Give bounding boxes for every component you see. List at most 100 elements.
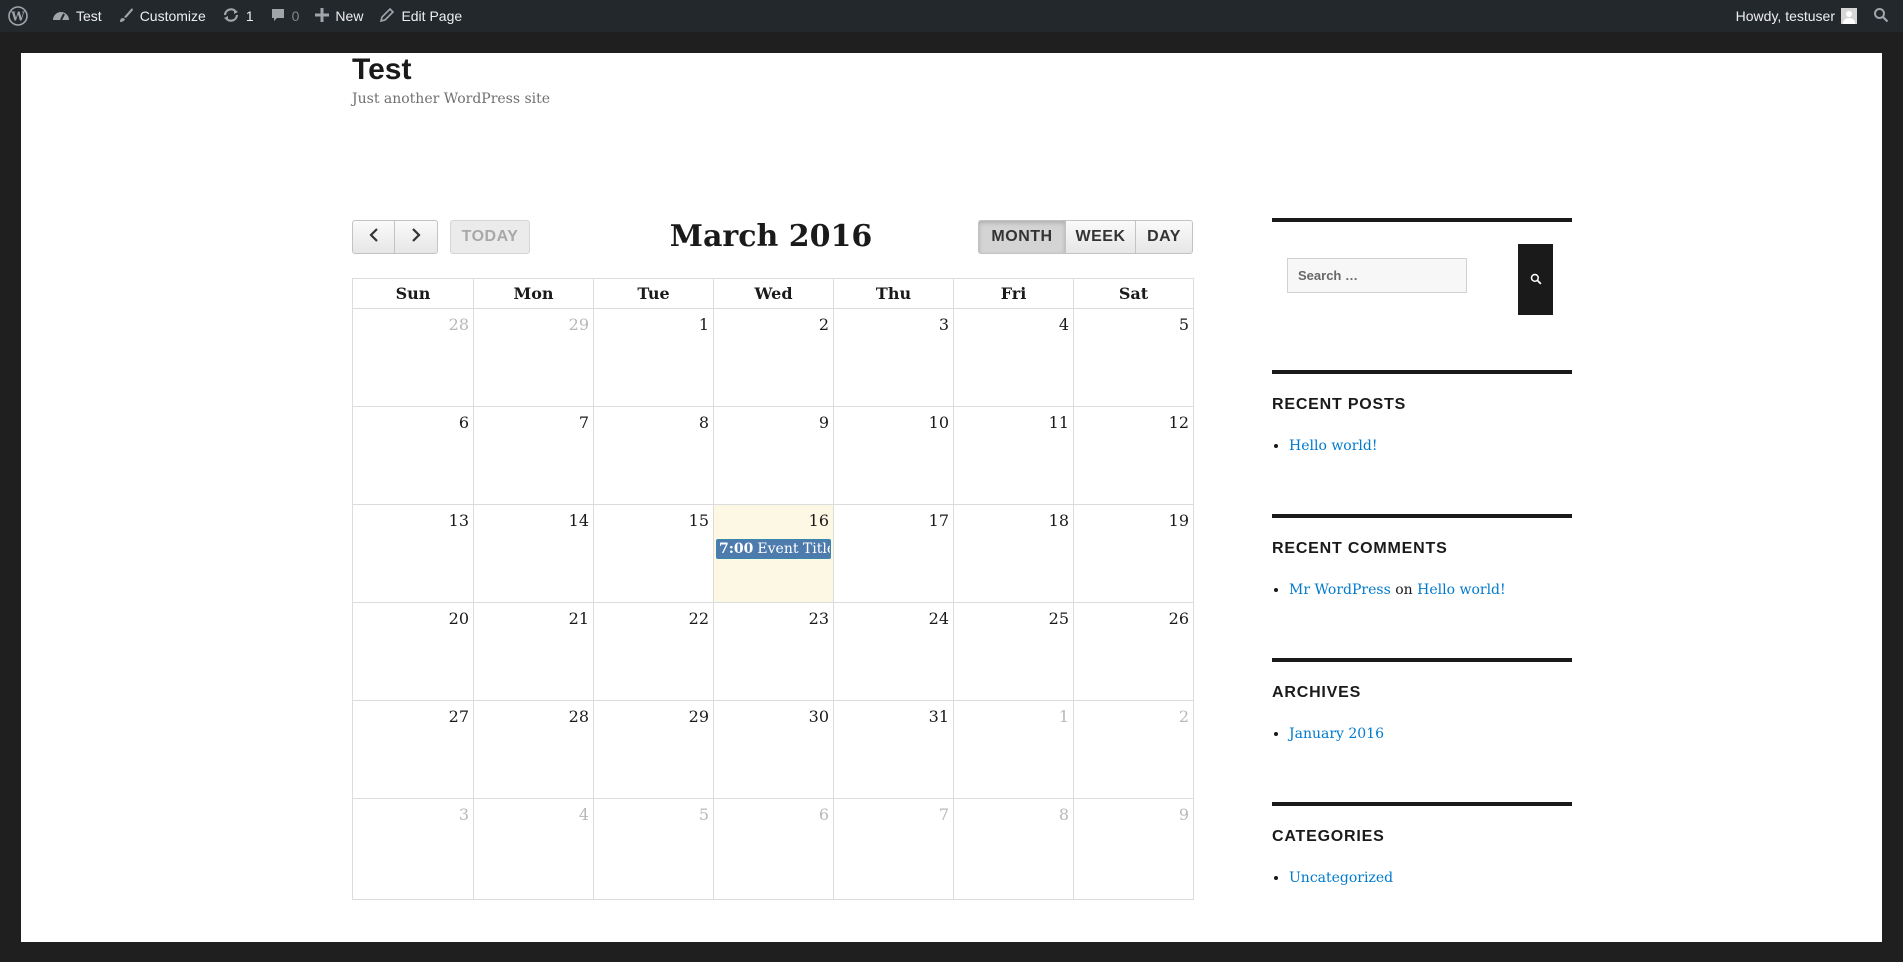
week-view-button[interactable]: WEEK — [1065, 220, 1136, 254]
day-cell[interactable]: 9 — [713, 407, 833, 504]
day-cell[interactable]: 6 — [353, 407, 473, 504]
event-title: Event Title — [757, 541, 831, 557]
day-cell[interactable]: 22 — [593, 603, 713, 700]
week-row: 3 4 5 6 7 8 9 — [353, 799, 1193, 899]
category-link[interactable]: Uncategorized — [1289, 870, 1393, 886]
weekday-header-cell: Fri — [953, 279, 1073, 308]
search-submit-button[interactable] — [1518, 244, 1553, 315]
recent-posts-list: Hello world! — [1277, 438, 1378, 454]
day-number: 28 — [448, 315, 469, 334]
prev-month-button[interactable] — [352, 220, 395, 254]
day-cell[interactable]: 5 — [1073, 309, 1193, 406]
day-cell[interactable]: 28 — [473, 701, 593, 798]
weekday-header: Sun Mon Tue Wed Thu Fri Sat — [353, 279, 1193, 309]
search-input[interactable] — [1287, 258, 1467, 293]
day-cell[interactable]: 26 — [1073, 603, 1193, 700]
event-time: 7:00 — [719, 541, 754, 557]
day-cell[interactable]: 31 — [833, 701, 953, 798]
archive-link[interactable]: January 2016 — [1289, 726, 1384, 742]
updates-link[interactable]: 1 — [214, 0, 262, 32]
customize-link[interactable]: Customize — [110, 0, 214, 32]
wordpress-logo-icon[interactable]: W — [0, 0, 44, 32]
comment-author-link[interactable]: Mr WordPress — [1289, 582, 1391, 598]
day-cell[interactable]: 7 — [833, 799, 953, 899]
day-cell[interactable]: 21 — [473, 603, 593, 700]
day-cell[interactable]: 5 — [593, 799, 713, 899]
today-button[interactable]: TODAY — [450, 220, 530, 254]
edit-page-link[interactable]: Edit Page — [371, 0, 470, 32]
day-number: 17 — [928, 511, 949, 530]
categories-title: CATEGORIES — [1272, 828, 1385, 845]
day-cell[interactable]: 23 — [713, 603, 833, 700]
admin-site-name[interactable]: Test — [44, 0, 110, 32]
day-cell[interactable]: 27 — [353, 701, 473, 798]
day-cell[interactable]: 12 — [1073, 407, 1193, 504]
day-cell[interactable]: 19 — [1073, 505, 1193, 602]
day-cell[interactable]: 10 — [833, 407, 953, 504]
day-cell[interactable]: 30 — [713, 701, 833, 798]
archives-rule — [1272, 658, 1572, 662]
next-month-button[interactable] — [394, 220, 438, 254]
site-title[interactable]: Test — [352, 53, 411, 87]
day-cell[interactable]: 7 — [473, 407, 593, 504]
admin-bar: W Test Customize 1 0 New Edit Page Howdy — [0, 0, 1903, 32]
day-number: 3 — [458, 805, 469, 824]
weekday-header-cell: Thu — [833, 279, 953, 308]
day-number: 2 — [1178, 707, 1189, 726]
day-number: 20 — [448, 609, 469, 628]
day-cell[interactable]: 2 — [1073, 701, 1193, 798]
search-widget-rule — [1272, 218, 1572, 222]
day-cell[interactable]: 14 — [473, 505, 593, 602]
day-cell[interactable]: 29 — [473, 309, 593, 406]
day-cell[interactable]: 13 — [353, 505, 473, 602]
day-number: 3 — [938, 315, 949, 334]
day-cell-today[interactable]: 16 7:00 Event Title — [713, 505, 833, 602]
day-cell[interactable]: 8 — [593, 407, 713, 504]
day-view-button[interactable]: DAY — [1135, 220, 1193, 254]
site-description: Just another WordPress site — [352, 91, 551, 107]
day-cell[interactable]: 17 — [833, 505, 953, 602]
calendar-event[interactable]: 7:00 Event Title — [716, 539, 831, 559]
day-cell[interactable]: 1 — [953, 701, 1073, 798]
day-cell[interactable]: 18 — [953, 505, 1073, 602]
day-number: 7 — [578, 413, 589, 432]
week-row: 6 7 8 9 10 11 12 — [353, 407, 1193, 505]
admin-search-button[interactable] — [1865, 0, 1903, 32]
month-view-button[interactable]: MONTH — [978, 220, 1066, 254]
comment-post-link[interactable]: Hello world! — [1417, 582, 1506, 598]
day-cell[interactable]: 28 — [353, 309, 473, 406]
day-cell[interactable]: 24 — [833, 603, 953, 700]
pencil-icon — [379, 7, 401, 26]
day-cell[interactable]: 3 — [353, 799, 473, 899]
day-number: 4 — [1058, 315, 1069, 334]
week-row: 13 14 15 16 7:00 Event Title 17 18 19 — [353, 505, 1193, 603]
day-cell[interactable]: 8 — [953, 799, 1073, 899]
day-number: 1 — [1058, 707, 1069, 726]
day-cell[interactable]: 4 — [473, 799, 593, 899]
day-cell[interactable]: 2 — [713, 309, 833, 406]
day-cell[interactable]: 11 — [953, 407, 1073, 504]
list-item: January 2016 — [1289, 726, 1384, 742]
day-cell[interactable]: 29 — [593, 701, 713, 798]
day-cell[interactable]: 6 — [713, 799, 833, 899]
day-cell[interactable]: 9 — [1073, 799, 1193, 899]
comments-link[interactable]: 0 — [262, 0, 308, 32]
recent-post-link[interactable]: Hello world! — [1289, 438, 1378, 454]
day-number: 29 — [688, 707, 709, 726]
new-content-link[interactable]: New — [307, 0, 371, 32]
day-cell[interactable]: 1 — [593, 309, 713, 406]
my-account-link[interactable]: Howdy, testuser — [1728, 0, 1865, 32]
day-cell[interactable]: 4 — [953, 309, 1073, 406]
categories-rule — [1272, 802, 1572, 806]
archives-title: ARCHIVES — [1272, 684, 1362, 701]
day-cell[interactable]: 15 — [593, 505, 713, 602]
weekday-header-cell: Sun — [395, 284, 431, 303]
day-cell[interactable]: 3 — [833, 309, 953, 406]
day-number: 28 — [568, 707, 589, 726]
chevron-right-icon — [410, 227, 422, 248]
page: Test Just another WordPress site TODAY M… — [21, 53, 1882, 942]
day-cell[interactable]: 20 — [353, 603, 473, 700]
day-cell[interactable]: 25 — [953, 603, 1073, 700]
calendar-body: 28 29 1 2 3 4 5 6 7 8 9 10 11 12 13 14 15 16 7:00 Event Tit… — [353, 309, 1193, 899]
edit-page-label: Edit Page — [401, 8, 463, 24]
